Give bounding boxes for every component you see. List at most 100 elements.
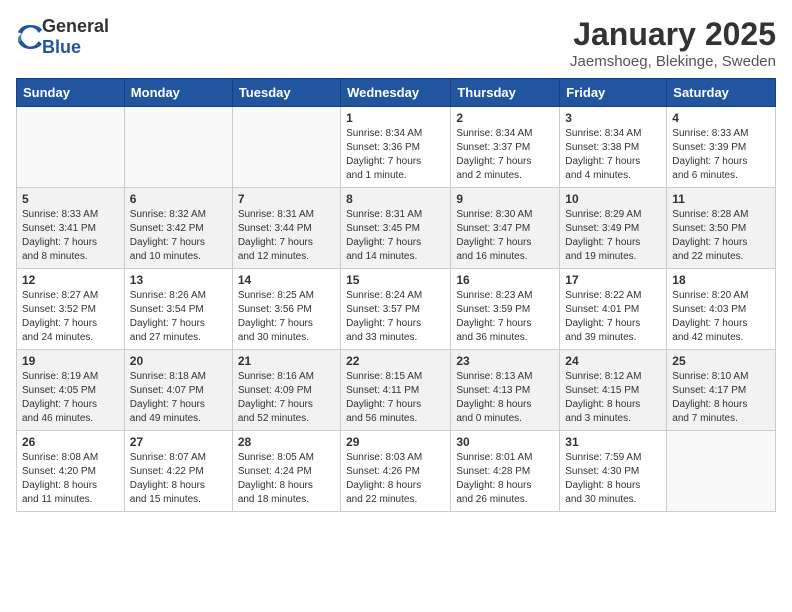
day-number: 21: [238, 354, 335, 368]
calendar-cell: 22 Sunrise: 8:15 AM Sunset: 4:11 PM Dayli…: [341, 350, 451, 431]
day-number: 16: [456, 273, 554, 287]
day-number: 17: [565, 273, 661, 287]
day-number: 31: [565, 435, 661, 449]
calendar-cell: 18 Sunrise: 8:20 AM Sunset: 4:03 PM Dayli…: [667, 269, 776, 350]
title-area: January 2025 Jaemshoeg, Blekinge, Sweden: [570, 16, 776, 70]
day-number: 20: [130, 354, 227, 368]
day-info: Sunrise: 8:22 AM Sunset: 4:01 PM Dayligh…: [565, 289, 661, 345]
day-info: Sunrise: 8:03 AM Sunset: 4:26 PM Dayligh…: [346, 451, 445, 507]
day-number: 28: [238, 435, 335, 449]
calendar-cell: 2Sunrise: 8:34 AM Sunset: 3:37 PM Daylig…: [451, 107, 560, 188]
calendar-cell: 1 Sunrise: 8:34 AM Sunset: 3:36 PM Daylig…: [341, 107, 451, 188]
day-info: Sunrise: 8:16 AM Sunset: 4:09 PM Dayligh…: [238, 370, 335, 426]
calendar-week-row: 19 Sunrise: 8:19 AM Sunset: 4:05 PM Dayli…: [17, 350, 776, 431]
day-info: Sunrise: 8:33 AM Sunset: 3:41 PM Dayligh…: [22, 208, 119, 264]
day-number: 7: [238, 192, 335, 206]
day-number: 22: [346, 354, 445, 368]
calendar-cell: 11Sunrise: 8:28 AM Sunset: 3:50 PM Dayli…: [667, 188, 776, 269]
month-title: January 2025: [570, 16, 776, 53]
calendar-table: SundayMondayTuesdayWednesdayThursdayFrid…: [16, 78, 776, 512]
day-info: Sunrise: 8:25 AM Sunset: 3:56 PM Dayligh…: [238, 289, 335, 345]
day-number: 15: [346, 273, 445, 287]
day-number: 6: [130, 192, 227, 206]
calendar-cell: 17 Sunrise: 8:22 AM Sunset: 4:01 PM Dayli…: [560, 269, 667, 350]
calendar-cell: 10Sunrise: 8:29 AM Sunset: 3:49 PM Dayli…: [560, 188, 667, 269]
calendar-cell: 7 Sunrise: 8:31 AM Sunset: 3:44 PM Daylig…: [232, 188, 340, 269]
day-info: Sunrise: 8:19 AM Sunset: 4:05 PM Dayligh…: [22, 370, 119, 426]
day-info: Sunrise: 8:34 AM Sunset: 3:38 PM Dayligh…: [565, 127, 661, 183]
page-header: General Blue January 2025 Jaemshoeg, Ble…: [16, 16, 776, 70]
day-number: 14: [238, 273, 335, 287]
day-info: Sunrise: 8:05 AM Sunset: 4:24 PM Dayligh…: [238, 451, 335, 507]
day-info: Sunrise: 8:18 AM Sunset: 4:07 PM Dayligh…: [130, 370, 227, 426]
calendar-week-row: 5 Sunrise: 8:33 AM Sunset: 3:41 PM Daylig…: [17, 188, 776, 269]
day-number: 10: [565, 192, 661, 206]
calendar-cell: 24 Sunrise: 8:12 AM Sunset: 4:15 PM Dayli…: [560, 350, 667, 431]
day-info: Sunrise: 8:01 AM Sunset: 4:28 PM Dayligh…: [456, 451, 554, 507]
calendar-cell: [124, 107, 232, 188]
day-number: 12: [22, 273, 119, 287]
day-info: Sunrise: 8:27 AM Sunset: 3:52 PM Dayligh…: [22, 289, 119, 345]
day-number: 4: [672, 111, 770, 125]
calendar-cell: 25Sunrise: 8:10 AM Sunset: 4:17 PM Dayli…: [667, 350, 776, 431]
calendar-cell: 20 Sunrise: 8:18 AM Sunset: 4:07 PM Dayli…: [124, 350, 232, 431]
day-number: 25: [672, 354, 770, 368]
day-info: Sunrise: 8:31 AM Sunset: 3:45 PM Dayligh…: [346, 208, 445, 264]
day-info: Sunrise: 8:20 AM Sunset: 4:03 PM Dayligh…: [672, 289, 770, 345]
day-info: Sunrise: 8:32 AM Sunset: 3:42 PM Dayligh…: [130, 208, 227, 264]
day-info: Sunrise: 8:33 AM Sunset: 3:39 PM Dayligh…: [672, 127, 770, 183]
weekday-header-monday: Monday: [124, 79, 232, 107]
calendar-cell: 16 Sunrise: 8:23 AM Sunset: 3:59 PM Dayli…: [451, 269, 560, 350]
weekday-header-saturday: Saturday: [667, 79, 776, 107]
day-number: 8: [346, 192, 445, 206]
day-number: 18: [672, 273, 770, 287]
logo-text-blue: Blue: [42, 37, 81, 57]
day-number: 13: [130, 273, 227, 287]
day-info: Sunrise: 8:30 AM Sunset: 3:47 PM Dayligh…: [456, 208, 554, 264]
day-number: 11: [672, 192, 770, 206]
calendar-cell: 6 Sunrise: 8:32 AM Sunset: 3:42 PM Daylig…: [124, 188, 232, 269]
weekday-header-thursday: Thursday: [451, 79, 560, 107]
weekday-header-tuesday: Tuesday: [232, 79, 340, 107]
day-info: Sunrise: 8:24 AM Sunset: 3:57 PM Dayligh…: [346, 289, 445, 345]
calendar-cell: 5 Sunrise: 8:33 AM Sunset: 3:41 PM Daylig…: [17, 188, 125, 269]
weekday-header-wednesday: Wednesday: [341, 79, 451, 107]
day-number: 27: [130, 435, 227, 449]
calendar-cell: 19 Sunrise: 8:19 AM Sunset: 4:05 PM Dayli…: [17, 350, 125, 431]
day-number: 5: [22, 192, 119, 206]
location-title: Jaemshoeg, Blekinge, Sweden: [570, 53, 776, 70]
calendar-cell: 13 Sunrise: 8:26 AM Sunset: 3:54 PM Dayli…: [124, 269, 232, 350]
day-number: 26: [22, 435, 119, 449]
day-info: Sunrise: 8:08 AM Sunset: 4:20 PM Dayligh…: [22, 451, 119, 507]
weekday-header-sunday: Sunday: [17, 79, 125, 107]
logo-text-general: General: [42, 16, 109, 36]
calendar-cell: 14 Sunrise: 8:25 AM Sunset: 3:56 PM Dayli…: [232, 269, 340, 350]
day-info: Sunrise: 8:07 AM Sunset: 4:22 PM Dayligh…: [130, 451, 227, 507]
calendar-cell: 15 Sunrise: 8:24 AM Sunset: 3:57 PM Dayli…: [341, 269, 451, 350]
day-info: Sunrise: 8:12 AM Sunset: 4:15 PM Dayligh…: [565, 370, 661, 426]
calendar-week-row: 1 Sunrise: 8:34 AM Sunset: 3:36 PM Daylig…: [17, 107, 776, 188]
weekday-header-friday: Friday: [560, 79, 667, 107]
logo: General Blue: [16, 16, 109, 58]
calendar-cell: [17, 107, 125, 188]
day-info: Sunrise: 8:15 AM Sunset: 4:11 PM Dayligh…: [346, 370, 445, 426]
calendar-header-row: SundayMondayTuesdayWednesdayThursdayFrid…: [17, 79, 776, 107]
calendar-cell: 26 Sunrise: 8:08 AM Sunset: 4:20 PM Dayli…: [17, 431, 125, 512]
day-info: Sunrise: 8:31 AM Sunset: 3:44 PM Dayligh…: [238, 208, 335, 264]
day-info: Sunrise: 8:23 AM Sunset: 3:59 PM Dayligh…: [456, 289, 554, 345]
day-number: 29: [346, 435, 445, 449]
calendar-cell: [667, 431, 776, 512]
calendar-cell: 12 Sunrise: 8:27 AM Sunset: 3:52 PM Dayli…: [17, 269, 125, 350]
day-info: Sunrise: 8:26 AM Sunset: 3:54 PM Dayligh…: [130, 289, 227, 345]
calendar-cell: 29 Sunrise: 8:03 AM Sunset: 4:26 PM Dayli…: [341, 431, 451, 512]
calendar-cell: 4 Sunrise: 8:33 AM Sunset: 3:39 PM Daylig…: [667, 107, 776, 188]
day-number: 9: [456, 192, 554, 206]
calendar-cell: 30Sunrise: 8:01 AM Sunset: 4:28 PM Dayli…: [451, 431, 560, 512]
calendar-week-row: 26 Sunrise: 8:08 AM Sunset: 4:20 PM Dayli…: [17, 431, 776, 512]
day-number: 1: [346, 111, 445, 125]
day-info: Sunrise: 8:34 AM Sunset: 3:36 PM Dayligh…: [346, 127, 445, 183]
day-info: Sunrise: 7:59 AM Sunset: 4:30 PM Dayligh…: [565, 451, 661, 507]
day-number: 19: [22, 354, 119, 368]
calendar-cell: 9 Sunrise: 8:30 AM Sunset: 3:47 PM Daylig…: [451, 188, 560, 269]
day-number: 24: [565, 354, 661, 368]
